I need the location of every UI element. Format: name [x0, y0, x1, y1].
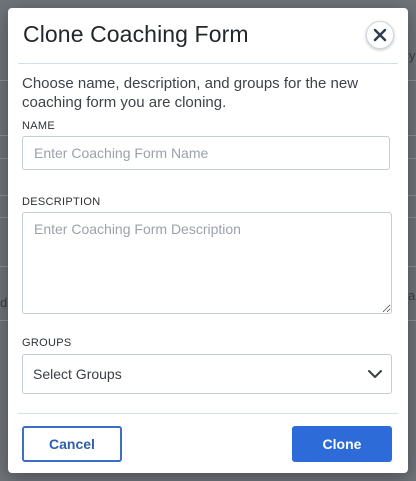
close-button[interactable] — [366, 21, 394, 49]
background-text-fragment: a — [408, 288, 416, 303]
name-label: NAME — [22, 120, 55, 132]
header-divider — [18, 63, 398, 64]
modal-header: Clone Coaching Form — [8, 8, 408, 63]
modal-description: Choose name, description, and groups for… — [22, 75, 359, 111]
description-textarea[interactable] — [22, 212, 392, 314]
name-input[interactable] — [22, 136, 390, 170]
clone-button[interactable]: Clone — [292, 426, 392, 462]
groups-label: GROUPS — [22, 337, 72, 349]
groups-select[interactable]: Select Groups — [22, 354, 392, 394]
close-icon — [373, 28, 387, 42]
chevron-down-icon — [368, 370, 382, 378]
background-text-fragment: d — [0, 295, 8, 310]
footer-divider — [18, 413, 398, 414]
description-label: DESCRIPTION — [22, 196, 101, 208]
clone-coaching-form-modal: Clone Coaching Form Choose name, descrip… — [8, 8, 408, 473]
cancel-button[interactable]: Cancel — [22, 426, 122, 462]
background-text-fragment: y — [409, 48, 416, 63]
modal-title: Clone Coaching Form — [23, 21, 249, 47]
groups-select-value: Select Groups — [33, 366, 122, 382]
